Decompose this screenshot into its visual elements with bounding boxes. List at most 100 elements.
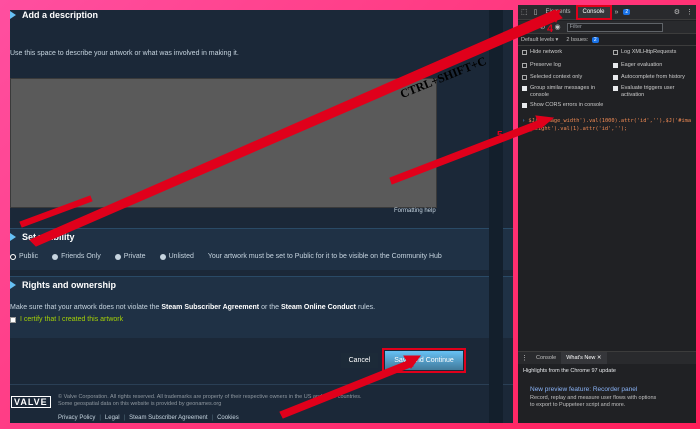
devtools-drawer: ⋮ Console What's New ✕ Highlights from t…: [518, 351, 696, 423]
drawer-menu-icon[interactable]: ⋮: [518, 354, 531, 362]
radio-public[interactable]: Public: [10, 253, 38, 260]
option-label: Hide network: [530, 49, 563, 55]
option-label: Evaluate triggers user activation: [621, 85, 675, 98]
option-evaluate-triggers[interactable]: Evaluate triggers user activation: [613, 85, 695, 99]
checkbox-icon: [522, 50, 527, 55]
radio-label: Friends Only: [61, 253, 101, 260]
option-label: Selected context only: [530, 74, 583, 80]
option-label: Show CORS errors in console: [530, 102, 604, 108]
separator: |: [211, 415, 214, 421]
radio-friends-only[interactable]: Friends Only: [52, 253, 101, 260]
footer: VALVE © Valve Corporation. All rights re…: [10, 384, 513, 423]
console-input[interactable]: › $J('#image_width').val(1000).attr('id'…: [522, 117, 694, 133]
ssa-link[interactable]: Steam Subscriber Agreement: [129, 415, 207, 421]
drawer-tab-console[interactable]: Console: [531, 352, 561, 364]
news-description: Record, replay and measure user flows wi…: [530, 395, 657, 408]
sidebar-toggle-icon[interactable]: ▤: [521, 23, 534, 31]
valve-logo: VALVE: [11, 396, 51, 408]
visibility-heading: Set visibility: [10, 232, 75, 242]
certify-checkbox-row[interactable]: I certify that I created this artwork: [10, 316, 123, 323]
cancel-button[interactable]: Cancel: [341, 353, 378, 368]
separator: |: [123, 415, 126, 421]
description-heading: Add a description: [10, 10, 98, 20]
console-input-text: $J('#image_width').val(1000).attr('id','…: [522, 118, 692, 132]
highlights-heading: Highlights from the Chrome 97 update: [523, 368, 616, 374]
option-label: Group similar messages in console: [530, 85, 596, 98]
radio-label: Public: [19, 253, 39, 260]
visibility-options: Public Friends Only Private Unlisted You…: [10, 253, 442, 260]
description-heading-text: Add a description: [22, 10, 99, 20]
privacy-policy-link[interactable]: Privacy Policy: [58, 415, 95, 421]
issues-text: 2 Issues:: [566, 37, 589, 43]
rights-text-part: or the: [259, 304, 281, 311]
levels-dropdown[interactable]: Default levels ▾: [521, 37, 558, 43]
issues-label[interactable]: 2 Issues: 2: [566, 37, 599, 43]
section-arrow-icon: [10, 281, 16, 289]
section-arrow-icon: [10, 233, 16, 241]
visibility-panel: [10, 228, 513, 270]
checkbox-checked-icon: [522, 103, 527, 108]
checkbox-checked-icon[interactable]: [10, 316, 16, 323]
option-eager-eval[interactable]: Eager evaluation: [613, 62, 662, 69]
eye-icon[interactable]: ◉: [552, 23, 564, 31]
drawer-tab-label: What's New: [566, 355, 596, 361]
section-arrow-icon: [10, 11, 16, 19]
legal-link[interactable]: Legal: [105, 415, 120, 421]
scrollbar[interactable]: [489, 10, 503, 423]
rights-heading-text: Rights and ownership: [22, 280, 117, 290]
description-textarea[interactable]: [10, 78, 437, 208]
filter-input[interactable]: Filter: [566, 22, 663, 32]
radio-private[interactable]: Private: [114, 253, 146, 260]
checkbox-icon: [522, 75, 527, 80]
radio-unlisted[interactable]: Unlisted: [159, 253, 194, 260]
checkbox-checked-icon: [613, 75, 618, 80]
option-autocomplete[interactable]: Autocomplete from history: [613, 74, 685, 81]
checkbox-checked-icon: [613, 63, 618, 68]
subscriber-agreement-link[interactable]: Steam Subscriber Agreement: [161, 304, 259, 311]
radio-icon: [114, 253, 121, 260]
save-and-continue-button[interactable]: Save and Continue: [382, 348, 466, 373]
formatting-help-link[interactable]: Formatting help: [394, 208, 436, 214]
issues-badge[interactable]: 2: [623, 9, 631, 15]
drawer-tabbar: ⋮ Console What's New ✕: [518, 352, 696, 364]
gear-icon[interactable]: ⚙: [671, 8, 683, 16]
option-label: Log XMLHttpRequests: [621, 49, 677, 55]
prompt-chevron-icon: ›: [522, 118, 526, 124]
cookies-link[interactable]: Cookies: [217, 415, 239, 421]
console-toolbar: ▤ ⊘ ◉ Filter: [518, 21, 696, 34]
rights-text-part: Make sure that your artwork does not vio…: [10, 304, 162, 311]
levels-bar: Default levels ▾ 2 Issues: 2: [518, 35, 696, 46]
checkbox-icon: [613, 50, 618, 55]
separator: |: [99, 415, 101, 421]
option-show-cors[interactable]: Show CORS errors in console: [522, 102, 603, 109]
drawer-tab-whats-new[interactable]: What's New ✕: [561, 352, 607, 364]
copyright-text: © Valve Corporation. All rights reserved…: [58, 394, 362, 400]
checkbox-checked-icon: [613, 86, 618, 91]
clear-console-icon[interactable]: ⊘: [537, 23, 549, 31]
more-tabs-icon[interactable]: »: [612, 9, 622, 16]
news-title-link[interactable]: New preview feature: Recorder panel: [530, 386, 637, 393]
checkbox-icon: [522, 63, 527, 68]
devtools-tabbar: ⬚ ▯ Elements Console » 2 ⚙ ⋮: [518, 5, 696, 20]
radio-label: Private: [123, 253, 146, 260]
option-log-xhr[interactable]: Log XMLHttpRequests: [613, 49, 676, 56]
rights-text-part: rules.: [356, 304, 376, 311]
rights-heading: Rights and ownership: [10, 280, 116, 290]
kebab-menu-icon[interactable]: ⋮: [683, 8, 696, 16]
close-icon[interactable]: ✕: [597, 355, 602, 361]
rights-text: Make sure that your artwork does not vio…: [10, 304, 375, 311]
device-toolbar-icon[interactable]: ▯: [531, 8, 541, 16]
tab-console[interactable]: Console: [575, 5, 612, 20]
online-conduct-link[interactable]: Steam Online Conduct: [281, 304, 356, 311]
checkbox-checked-icon: [522, 86, 527, 91]
devtools-panel: ⬚ ▯ Elements Console » 2 ⚙ ⋮ ▤ ⊘ ◉ Filte…: [518, 5, 696, 423]
option-selected-context[interactable]: Selected context only: [522, 74, 582, 81]
option-hide-network[interactable]: Hide network: [522, 49, 562, 56]
geo-text: Some geospatial data on this website is …: [58, 401, 222, 408]
option-group-similar[interactable]: Group similar messages in console: [522, 85, 610, 99]
footer-copyright: © Valve Corporation. All rights reserved…: [58, 394, 388, 408]
visibility-note: Your artwork must be set to Public for i…: [207, 253, 442, 260]
option-preserve-log[interactable]: Preserve log: [522, 62, 561, 69]
inspect-icon[interactable]: ⬚: [518, 8, 531, 16]
tab-elements[interactable]: Elements: [540, 5, 575, 20]
